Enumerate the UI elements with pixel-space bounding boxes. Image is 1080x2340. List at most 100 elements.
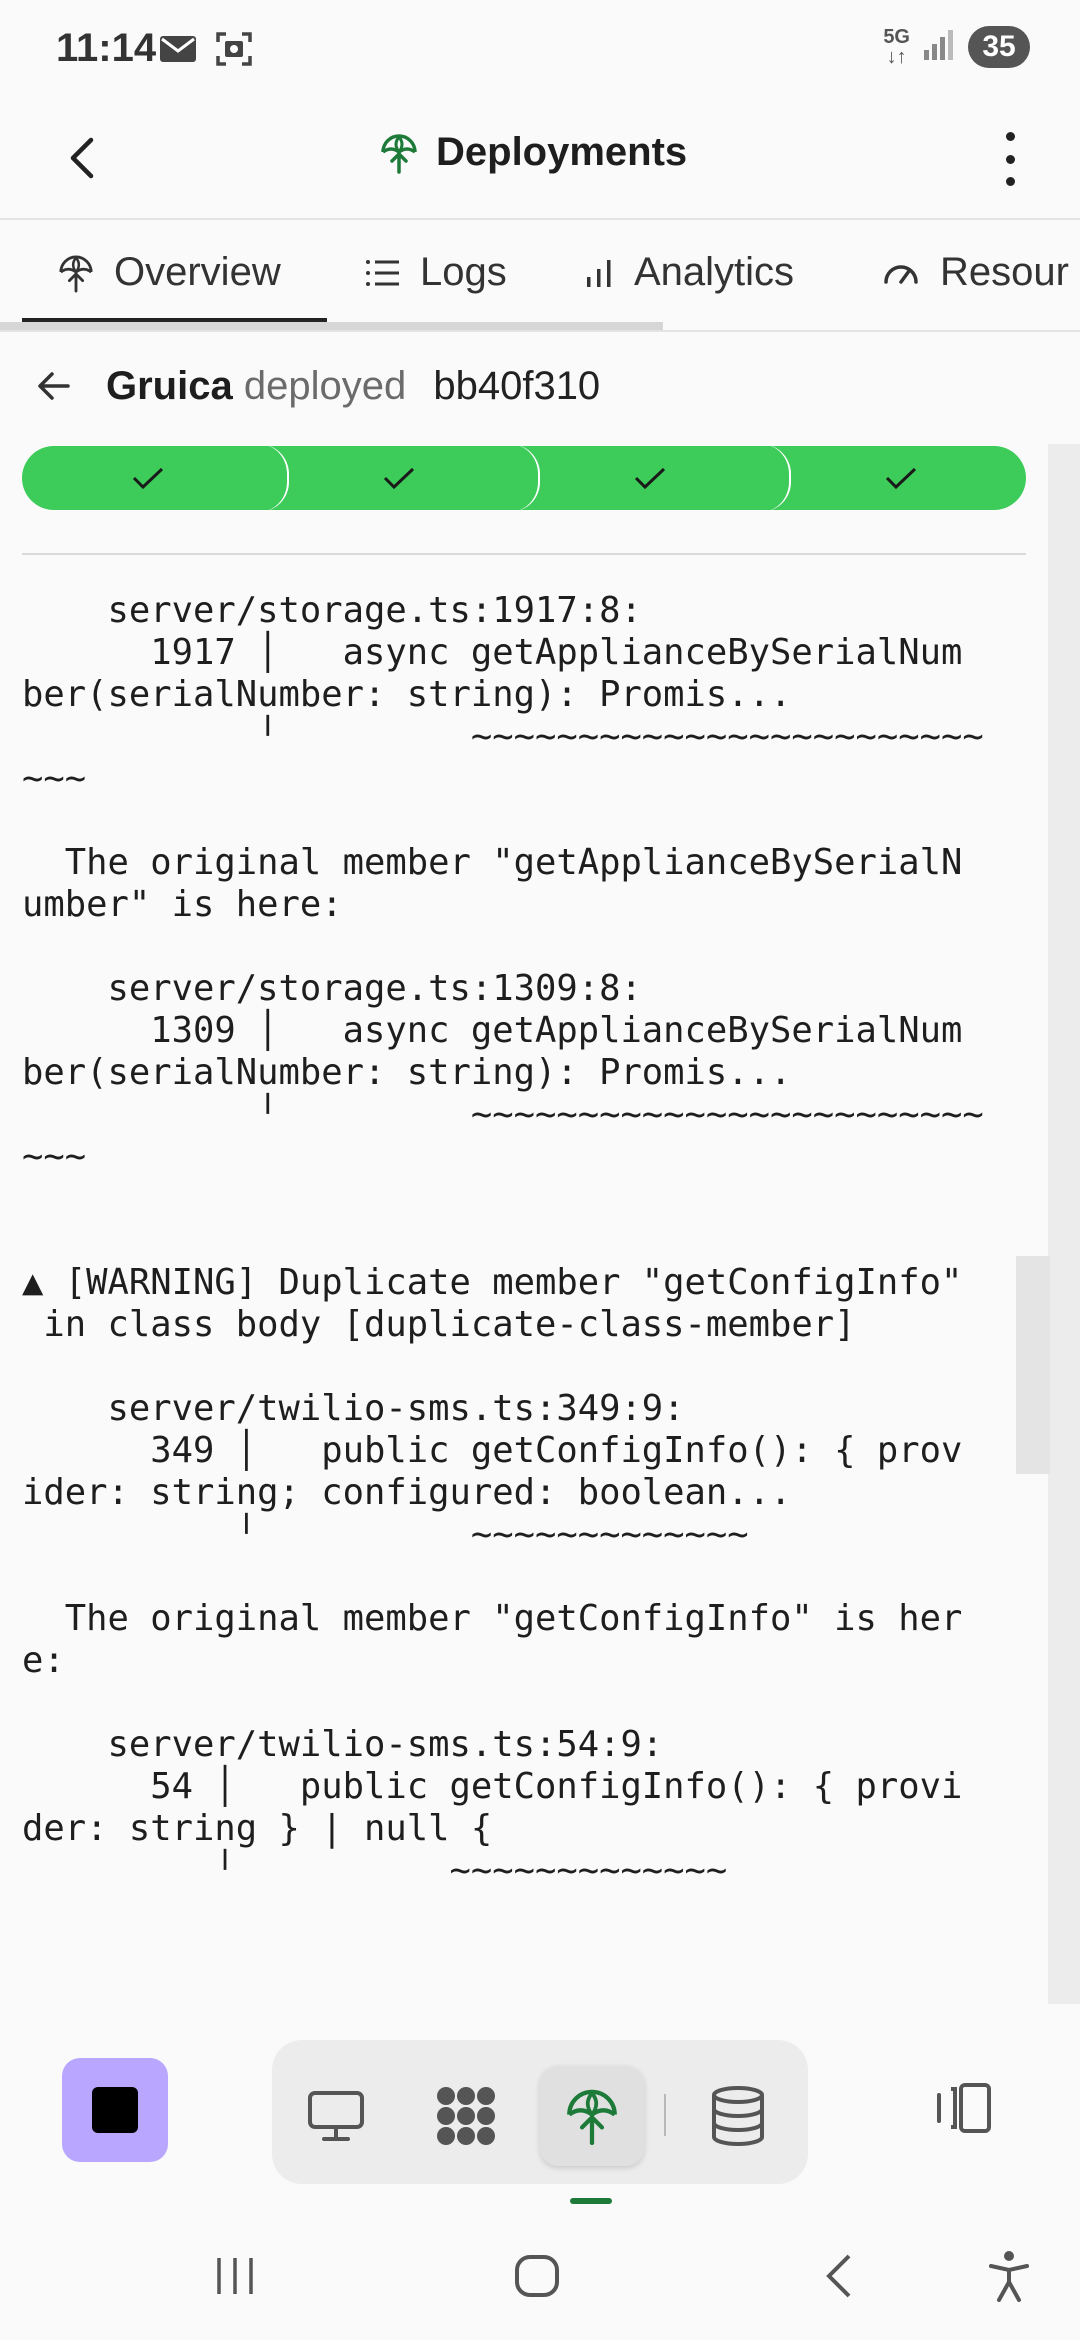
- deployment-author: Gruica: [106, 364, 233, 408]
- system-nav-bar: [0, 2210, 1080, 2340]
- deployment-back-button[interactable]: [28, 360, 80, 412]
- tab-overview[interactable]: Overview: [58, 250, 281, 295]
- deployment-summary: Gruica deployed bb40f310: [106, 364, 600, 409]
- arrow-left-icon: [38, 372, 70, 400]
- mail-icon: [158, 33, 198, 70]
- log-line: server/storage.ts:1309:8:: [22, 968, 642, 1009]
- tab-analytics[interactable]: Analytics: [584, 250, 794, 295]
- more-vertical-icon: [1005, 132, 1015, 141]
- tool-apps[interactable]: [414, 2066, 518, 2166]
- log-line: e:: [22, 1640, 65, 1681]
- build-log: server/storage.ts:1917:8: 1917 │ async g…: [22, 590, 1022, 1892]
- tab-label: Resour: [940, 250, 1069, 294]
- database-icon: [712, 2086, 764, 2146]
- log-line: server/storage.ts:1917:8:: [22, 590, 642, 631]
- recent-apps-icon: [217, 2258, 253, 2294]
- log-line: umber" is here:: [22, 884, 343, 925]
- log-line: ber(serialNumber: string): Promis...: [22, 1052, 792, 1093]
- deploy-icon: [59, 255, 93, 292]
- tab-resources[interactable]: Resour: [882, 250, 1069, 295]
- log-line: 1309 │ async getApplianceBySerialNum: [22, 1010, 963, 1051]
- desktop-icon: [308, 2091, 364, 2141]
- back-icon: [826, 2254, 851, 2298]
- side-panel-button[interactable]: [930, 2078, 996, 2138]
- more-vertical-icon-dot: [1005, 177, 1015, 186]
- more-options-button[interactable]: [990, 128, 1030, 190]
- tab-logs[interactable]: Logs: [364, 250, 507, 295]
- tab-label: Analytics: [634, 250, 795, 294]
- page-title: Deployments: [436, 130, 688, 174]
- toolbar-separator: [664, 2094, 666, 2136]
- log-line: The original member "getConfigInfo" is h…: [22, 1598, 963, 1639]
- log-line: ~~~: [22, 1136, 87, 1177]
- log-line: 349 │ public getConfigInfo(): { prov: [22, 1430, 963, 1471]
- log-scrollbar-track[interactable]: [1048, 444, 1080, 2004]
- deployment-status-text: deployed: [243, 364, 407, 408]
- tool-deployments[interactable]: [540, 2066, 644, 2166]
- accessibility-button[interactable]: [974, 2246, 1044, 2306]
- commit-hash: bb40f310: [433, 364, 601, 408]
- log-line: ider: string; configured: boolean...: [22, 1472, 792, 1513]
- bar-chart-icon: [587, 259, 611, 287]
- stop-button[interactable]: [62, 2058, 168, 2162]
- status-bar: 11:14 5G ↓↑ 35: [0, 0, 1080, 100]
- log-line: ber(serialNumber: string): Promis...: [22, 674, 792, 715]
- log-line: The original member "getApplianceBySeria…: [22, 842, 963, 883]
- log-line: ~~~: [22, 758, 87, 799]
- stop-icon: [92, 2087, 138, 2133]
- log-line: der: string } | null {: [22, 1808, 493, 1849]
- progress-step: [775, 446, 1026, 510]
- log-line: ▲ [WARNING] Duplicate member "getConfigI…: [22, 1262, 963, 1303]
- tab-scrollbar: [0, 322, 663, 330]
- check-icon: [885, 467, 916, 490]
- log-line: ╵ ~~~~~~~~~~~~~: [22, 1850, 728, 1891]
- side-panel-icon: [937, 2083, 991, 2133]
- home-button[interactable]: [502, 2246, 572, 2306]
- signal-icon: [922, 28, 956, 67]
- screenshot-icon: [214, 30, 254, 73]
- log-line: ╵ ~~~~~~~~~~~~~~~~~~~~~~~~: [22, 716, 984, 757]
- deploy-icon: [567, 2089, 617, 2146]
- status-time: 11:14: [56, 26, 157, 70]
- more-vertical-icon-dot: [1005, 154, 1015, 164]
- tab-label: Logs: [420, 250, 507, 294]
- progress-step: [524, 446, 775, 510]
- progress-step: [22, 446, 273, 510]
- back-button[interactable]: [52, 128, 112, 188]
- log-line: server/twilio-sms.ts:349:9:: [22, 1388, 685, 1429]
- network-type: 5G ↓↑: [883, 26, 910, 68]
- accessibility-icon: [989, 2251, 1029, 2302]
- deployment-header: Gruica deployed bb40f310: [0, 336, 1080, 436]
- progress-step: [273, 446, 524, 510]
- tool-database[interactable]: [686, 2066, 790, 2166]
- check-icon: [383, 467, 414, 490]
- home-icon: [515, 2255, 559, 2297]
- log-line: 1917 │ async getApplianceBySerialNum: [22, 632, 963, 673]
- tab-label: Overview: [114, 250, 281, 294]
- bottom-toolbar: [0, 2010, 1080, 2210]
- log-line: server/twilio-sms.ts:54:9:: [22, 1724, 664, 1765]
- apps-grid-icon: [437, 2087, 495, 2145]
- divider: [22, 553, 1026, 555]
- chevron-left-icon: [70, 137, 94, 179]
- recent-apps-button[interactable]: [200, 2246, 270, 2306]
- tool-switcher: [272, 2040, 808, 2184]
- check-icon: [132, 467, 163, 490]
- log-line: 54 │ public getConfigInfo(): { provi: [22, 1766, 963, 1807]
- log-line: in class body [duplicate-class-member]: [22, 1304, 856, 1345]
- battery-indicator: 35: [968, 26, 1030, 68]
- gauge-icon: [884, 264, 918, 284]
- tab-bar: Overview Logs Analytics Resour: [0, 222, 1080, 332]
- tool-desktop[interactable]: [284, 2066, 388, 2166]
- deploy-icon: [381, 133, 417, 174]
- back-nav-button[interactable]: [804, 2246, 874, 2306]
- log-line: ╵ ~~~~~~~~~~~~~: [22, 1514, 749, 1555]
- deployment-progress: [22, 446, 1026, 510]
